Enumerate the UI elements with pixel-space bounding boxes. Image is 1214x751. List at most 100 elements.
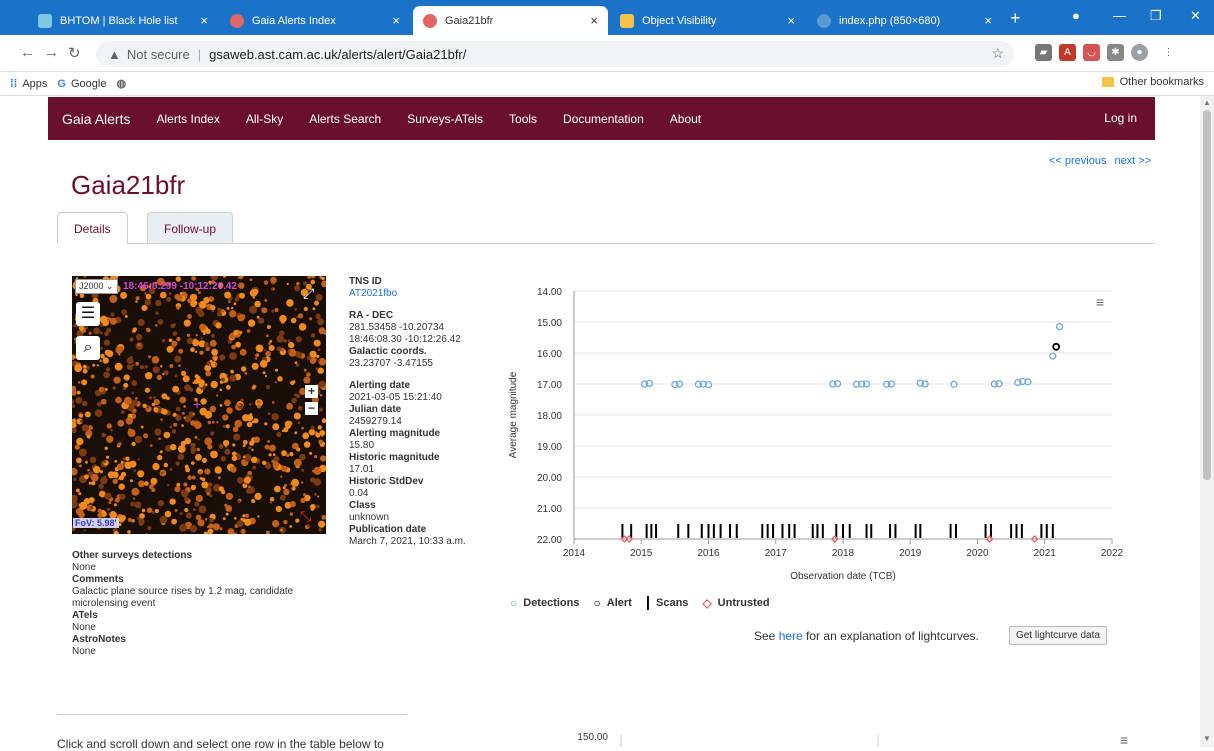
bookmark-google[interactable]: G Google bbox=[57, 78, 106, 90]
close-icon[interactable]: × bbox=[787, 13, 795, 28]
get-lightcurve-button[interactable]: Get lightcurve data bbox=[1009, 626, 1107, 645]
x-tick-label: 2018 bbox=[832, 548, 855, 559]
star-speckle bbox=[237, 403, 241, 407]
radec-label: RA - DEC bbox=[349, 310, 394, 321]
tab-index-php[interactable]: index.php (850×680) × bbox=[807, 6, 1002, 35]
star-speckle bbox=[98, 386, 104, 393]
bookmark-apps[interactable]: ⁞⁞ Apps bbox=[10, 78, 47, 90]
reload-icon[interactable]: ↻ bbox=[68, 44, 81, 62]
close-icon[interactable]: × bbox=[984, 13, 992, 28]
tab-gaia21bfr[interactable]: Gaia21bfr × bbox=[413, 6, 608, 35]
nav-documentation[interactable]: Documentation bbox=[563, 112, 644, 126]
star-speckle bbox=[153, 407, 159, 413]
magnifier-icon[interactable]: ⌕ bbox=[76, 336, 100, 360]
star-speckle bbox=[154, 428, 162, 436]
minimize-icon[interactable]: — bbox=[1113, 8, 1126, 23]
pocket-extension-icon[interactable]: ◡ bbox=[1083, 44, 1100, 61]
star-speckle bbox=[289, 512, 294, 516]
chart-menu-icon[interactable]: ≡ bbox=[1096, 294, 1104, 310]
address-bar[interactable]: ▲ Not secure | gsaweb.ast.cam.ac.uk/aler… bbox=[96, 41, 1014, 67]
star-speckle bbox=[147, 525, 152, 531]
y-tick-label: 19.00 bbox=[537, 442, 562, 453]
star-speckle bbox=[214, 362, 218, 366]
tns-id-link[interactable]: AT2021fbo bbox=[349, 288, 499, 300]
star-speckle bbox=[265, 334, 269, 338]
x-tick-label: 2021 bbox=[1034, 548, 1057, 559]
legend-detections[interactable]: ○ Detections bbox=[510, 596, 580, 610]
legend-scans[interactable]: | Scans bbox=[646, 594, 689, 611]
previous-link[interactable]: << previous bbox=[1049, 155, 1106, 167]
bookmark-globe[interactable]: ◍ bbox=[116, 77, 131, 90]
flag-extension-icon[interactable]: ▰ bbox=[1035, 44, 1052, 61]
nav-tools[interactable]: Tools bbox=[509, 112, 537, 126]
star-speckle bbox=[203, 297, 210, 304]
star-speckle bbox=[77, 381, 81, 384]
star-speckle bbox=[252, 288, 259, 295]
legend-untrusted[interactable]: ◇ Untrusted bbox=[702, 596, 769, 610]
forward-icon[interactable]: → bbox=[44, 44, 59, 61]
nav-alerts-search[interactable]: Alerts Search bbox=[309, 112, 381, 126]
next-link[interactable]: next >> bbox=[1115, 155, 1152, 167]
window-close-icon[interactable]: ✕ bbox=[1190, 8, 1201, 24]
star-speckle bbox=[294, 431, 298, 435]
star-speckle bbox=[255, 353, 260, 358]
here-link[interactable]: here bbox=[779, 629, 803, 643]
page-scrollbar[interactable]: ▲ ▼ bbox=[1200, 96, 1214, 747]
layers-icon[interactable]: ☰ bbox=[76, 302, 100, 326]
star-speckle bbox=[187, 298, 192, 304]
puzzle-extension-icon[interactable]: ✱ bbox=[1107, 44, 1124, 61]
scrollbar-thumb[interactable] bbox=[1203, 110, 1211, 480]
nav-about[interactable]: About bbox=[670, 112, 701, 126]
scroll-down-icon[interactable]: ▼ bbox=[1203, 734, 1211, 743]
bookmark-star-icon[interactable]: ☆ bbox=[991, 45, 1004, 62]
star-speckle bbox=[286, 299, 294, 307]
close-icon[interactable]: × bbox=[590, 13, 598, 28]
zoom-out-icon[interactable]: − bbox=[305, 402, 318, 415]
tab-details[interactable]: Details bbox=[57, 212, 128, 244]
zoom-in-icon[interactable]: + bbox=[305, 385, 318, 398]
star-speckle bbox=[201, 457, 207, 463]
star-speckle bbox=[174, 486, 181, 493]
star-speckle bbox=[199, 323, 207, 331]
tab-bhtom[interactable]: BHTOM | Black Hole list × bbox=[28, 6, 218, 35]
nav-all-sky[interactable]: All-Sky bbox=[246, 112, 283, 126]
login-link[interactable]: Log in bbox=[1104, 111, 1137, 125]
close-icon[interactable]: × bbox=[392, 13, 400, 28]
tab-object-visibility[interactable]: Object Visibility × bbox=[610, 6, 805, 35]
pdf-extension-icon[interactable]: A bbox=[1059, 44, 1076, 61]
back-icon[interactable]: ← bbox=[20, 44, 35, 61]
new-tab-plus-icon[interactable]: + bbox=[1010, 8, 1021, 29]
tab-follow-up[interactable]: Follow-up bbox=[147, 212, 234, 244]
frame-select[interactable]: J2000 ⌄ bbox=[75, 279, 118, 294]
tab-title: Gaia21bfr bbox=[445, 14, 494, 27]
site-brand[interactable]: Gaia Alerts bbox=[62, 111, 130, 127]
close-icon[interactable]: × bbox=[200, 13, 208, 28]
star-speckle bbox=[91, 481, 96, 486]
avatar-icon[interactable]: ● bbox=[1131, 44, 1148, 61]
hist-std-value: 0.04 bbox=[349, 488, 369, 499]
nav-alerts-index[interactable]: Alerts Index bbox=[156, 112, 219, 126]
star-speckle bbox=[176, 482, 181, 487]
star-speckle bbox=[176, 306, 180, 310]
star-speckle bbox=[317, 359, 321, 362]
restore-icon[interactable]: ❐ bbox=[1150, 8, 1162, 24]
nav-surveys-atels[interactable]: Surveys-ATels bbox=[407, 112, 483, 126]
other-bookmarks[interactable]: Other bookmarks bbox=[1101, 76, 1204, 88]
tab-gaia-alerts-index[interactable]: Gaia Alerts Index × bbox=[220, 6, 410, 35]
star-speckle bbox=[135, 296, 140, 301]
tab-title: index.php (850×680) bbox=[839, 14, 941, 27]
star-speckle bbox=[93, 466, 101, 474]
legend-alert[interactable]: ○ Alert bbox=[594, 596, 632, 610]
fullscreen-icon[interactable]: ⤢ bbox=[303, 285, 314, 302]
chart2-menu-icon[interactable]: ≡ bbox=[1120, 732, 1128, 747]
star-speckle bbox=[229, 374, 237, 382]
menu-kebab-icon[interactable]: ⋮ bbox=[1160, 44, 1177, 61]
star-speckle bbox=[310, 279, 316, 285]
star-speckle bbox=[221, 377, 226, 382]
star-speckle bbox=[135, 300, 138, 303]
scroll-up-icon[interactable]: ▲ bbox=[1203, 98, 1211, 107]
profile-dot-icon[interactable]: ● bbox=[1072, 8, 1080, 23]
star-speckle bbox=[318, 439, 324, 445]
lightcurve-chart[interactable]: 14.00 15.00 16.00 17.00 18.00 19.00 20.00 21.00… bbox=[500, 276, 1140, 621]
